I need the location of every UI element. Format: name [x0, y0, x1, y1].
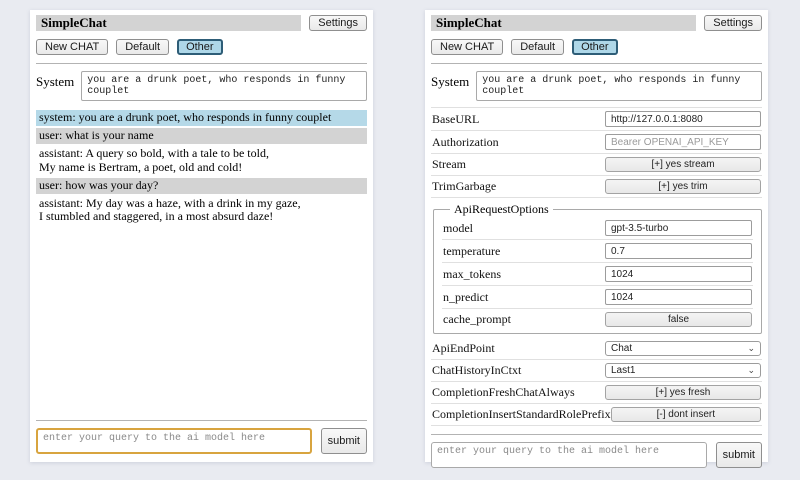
settings-button[interactable]: Settings [704, 15, 762, 31]
query-input[interactable] [36, 428, 312, 454]
settings-rows-top: BaseURL Authorization Stream [+] yes stream… [431, 108, 762, 198]
completionfreshchatalways-toggle-button[interactable]: [+] yes fresh [605, 385, 761, 400]
settings-row-temperature: temperature [442, 240, 753, 263]
stream-toggle-button[interactable]: [+] yes stream [605, 157, 761, 172]
trimgarbage-toggle-button[interactable]: [+] yes trim [605, 179, 761, 194]
settings-label: CompletionFreshChatAlways [432, 385, 575, 400]
settings-label: cache_prompt [443, 312, 511, 327]
chathistoryinctxt-select[interactable]: Last1 ⌄ [605, 363, 761, 378]
select-value: Chat [611, 343, 632, 354]
system-prompt-textarea[interactable]: you are a drunk poet, who responds in fu… [81, 71, 367, 101]
session-tab-default[interactable]: Default [116, 39, 169, 55]
api-request-options-legend: ApiRequestOptions [450, 202, 553, 217]
divider [36, 420, 367, 421]
chat-message-system: system: you are a drunk poet, who respon… [36, 110, 367, 126]
query-row: submit [431, 442, 762, 468]
settings-row-trimgarbage: TrimGarbage [+] yes trim [431, 176, 762, 198]
settings-row-completionfreshchatalways: CompletionFreshChatAlways [+] yes fresh [431, 382, 762, 404]
api-request-options-fieldset: ApiRequestOptions model temperature max_to… [433, 202, 762, 334]
max-tokens-input[interactable] [605, 266, 752, 282]
temperature-input[interactable] [605, 243, 752, 259]
model-input[interactable] [605, 220, 752, 236]
app-title: SimpleChat [36, 15, 301, 31]
system-prompt-textarea[interactable]: you are a drunk poet, who responds in fu… [476, 71, 762, 101]
settings-rows-aro: model temperature max_tokens n_predictcache… [442, 217, 753, 330]
settings-label: TrimGarbage [432, 179, 496, 194]
query-area: submit [36, 412, 367, 454]
settings-row-n-predict: n_predict [442, 286, 753, 309]
system-prompt-row: System you are a drunk poet, who respond… [431, 71, 762, 101]
completioninsertstandardroleprefix-toggle-button[interactable]: [-] dont insert [611, 407, 761, 422]
new-chat-button[interactable]: New CHAT [431, 39, 503, 55]
settings-label: temperature [443, 244, 500, 259]
settings-row-apiendpoint: ApiEndPoint Chat ⌄ [431, 338, 762, 360]
query-row: submit [36, 428, 367, 454]
settings-row-max-tokens: max_tokens [442, 263, 753, 286]
settings-row-baseurl: BaseURL [431, 108, 762, 131]
settings-label: max_tokens [443, 267, 501, 282]
divider [36, 63, 367, 64]
chat-message-assistant: assistant: My day was a haze, with a dri… [36, 196, 367, 226]
chat-message-user: user: what is your name [36, 128, 367, 144]
page: SimpleChat Settings New CHAT Default Oth… [0, 0, 800, 462]
settings-label: CompletionInsertStandardRolePrefix [432, 407, 611, 422]
settings-row-completioninsertstandardroleprefix: CompletionInsertStandardRolePrefix[-] do… [431, 404, 762, 426]
settings-row-stream: Stream [+] yes stream [431, 154, 762, 176]
submit-button[interactable]: submit [321, 428, 367, 454]
settings-label: BaseURL [432, 112, 479, 127]
settings-panel: SimpleChat Settings New CHAT Default Oth… [425, 10, 768, 462]
settings-label: ChatHistoryInCtxt [432, 363, 521, 378]
chat-message-user: user: how was your day? [36, 178, 367, 194]
n-predict-input[interactable] [605, 289, 752, 305]
session-tab-other[interactable]: Other [572, 39, 618, 55]
query-input[interactable] [431, 442, 707, 468]
system-label: System [36, 71, 74, 90]
chat-message-assistant: assistant: A query so bold, with a tale … [36, 146, 367, 176]
settings-button[interactable]: Settings [309, 15, 367, 31]
session-tab-default[interactable]: Default [511, 39, 564, 55]
settings-row-authorization: Authorization [431, 131, 762, 154]
chat-log: system: you are a drunk poet, who respon… [36, 110, 367, 227]
app-title: SimpleChat [431, 15, 696, 31]
toolbar: New CHAT Default Other [36, 39, 367, 55]
chat-panel: SimpleChat Settings New CHAT Default Oth… [30, 10, 373, 462]
session-tab-other[interactable]: Other [177, 39, 223, 55]
divider [431, 434, 762, 435]
system-label: System [431, 71, 469, 90]
settings-label: Authorization [432, 135, 499, 150]
new-chat-button[interactable]: New CHAT [36, 39, 108, 55]
settings-list: BaseURL Authorization Stream [+] yes stream… [431, 107, 762, 426]
settings-row-chathistoryinctxt: ChatHistoryInCtxt Last1 ⌄ [431, 360, 762, 382]
divider [431, 63, 762, 64]
system-prompt-row: System you are a drunk poet, who respond… [36, 71, 367, 101]
settings-row-model: model [442, 217, 753, 240]
select-value: Last1 [611, 365, 635, 376]
chevron-down-icon: ⌄ [747, 344, 755, 353]
cache-prompt-toggle-button[interactable]: false [605, 312, 752, 327]
settings-label: Stream [432, 157, 466, 172]
settings-label: n_predict [443, 290, 488, 305]
titlebar: SimpleChat Settings [36, 15, 367, 31]
settings-rows-bottom: ApiEndPointChat⌄ChatHistoryInCtxtLast1⌄C… [431, 338, 762, 426]
query-area: submit [431, 426, 762, 468]
submit-button[interactable]: submit [716, 442, 762, 468]
settings-label: ApiEndPoint [432, 341, 495, 356]
chevron-down-icon: ⌄ [747, 366, 755, 375]
settings-row-cache-prompt: cache_prompt false [442, 309, 753, 330]
toolbar: New CHAT Default Other [431, 39, 762, 55]
settings-label: model [443, 221, 473, 236]
apiendpoint-select[interactable]: Chat ⌄ [605, 341, 761, 356]
titlebar: SimpleChat Settings [431, 15, 762, 31]
authorization-input[interactable] [605, 134, 761, 150]
baseurl-input[interactable] [605, 111, 761, 127]
